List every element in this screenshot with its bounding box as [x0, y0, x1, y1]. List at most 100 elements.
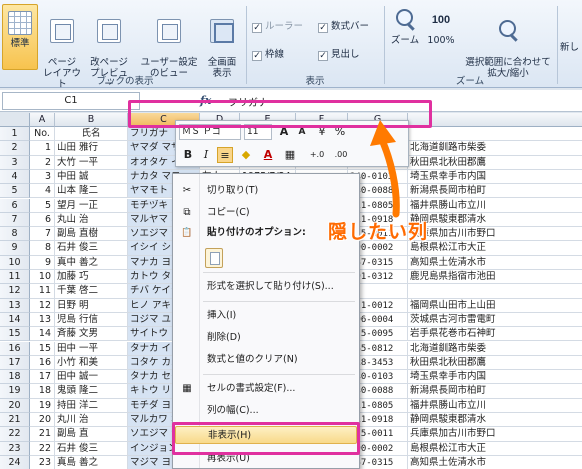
table-cell[interactable]: 新潟県長岡市柏町 — [408, 384, 582, 399]
name-box[interactable]: C1 — [2, 92, 140, 110]
column-header[interactable]: A — [30, 113, 55, 127]
table-cell[interactable]: 島根県松江市大正 — [408, 442, 582, 456]
table-cell[interactable]: 副島 直樹 — [55, 227, 128, 242]
table-cell[interactable]: 4 — [30, 184, 55, 199]
bold-button[interactable]: B — [180, 147, 196, 163]
table-cell[interactable]: 児島 行信 — [55, 312, 128, 328]
new-window-button[interactable]: 新し — [560, 42, 582, 53]
table-cell[interactable]: 加藤 巧 — [55, 270, 128, 285]
table-cell[interactable] — [408, 284, 582, 299]
row-header[interactable]: 5 — [0, 184, 30, 199]
table-cell[interactable]: 埼玉県幸手市内国 — [408, 370, 582, 385]
table-cell[interactable]: 11 — [30, 284, 55, 299]
row-header[interactable]: 11 — [0, 270, 30, 285]
menu-clear-contents[interactable]: 数式と値のクリア(N) — [175, 351, 357, 369]
table-cell[interactable]: 北海道釧路市柴委 — [408, 141, 582, 156]
menu-insert[interactable]: 挿入(I) — [175, 307, 357, 325]
column-header[interactable]: B — [55, 113, 128, 127]
table-cell[interactable]: 千葉 啓二 — [55, 284, 128, 299]
table-cell[interactable]: 22 — [30, 441, 55, 456]
row-header[interactable]: 9 — [0, 241, 30, 256]
table-cell[interactable]: 14 — [30, 327, 55, 342]
page-layout-button[interactable]: ページ レイアウト — [42, 8, 82, 101]
zoom-100-button[interactable]: 100 100% — [424, 8, 458, 46]
table-cell[interactable]: 田中 誠一 — [55, 370, 128, 385]
table-cell[interactable]: 19 — [30, 398, 55, 413]
table-cell[interactable]: 13 — [30, 312, 55, 328]
table-cell[interactable]: 鬼頭 隆二 — [55, 384, 128, 399]
row-header[interactable]: 20 — [0, 398, 30, 413]
table-cell[interactable]: 福井県勝山市立川 — [408, 399, 582, 413]
table-cell[interactable]: No. — [30, 127, 55, 142]
table-cell[interactable]: 21 — [30, 427, 55, 442]
table-cell[interactable]: 17 — [30, 370, 55, 385]
table-cell[interactable]: 8 — [30, 241, 55, 256]
table-cell[interactable]: 1 — [30, 141, 55, 156]
menu-delete[interactable]: 削除(D) — [175, 329, 357, 347]
increase-decimal-button[interactable]: +.0 — [306, 147, 328, 163]
table-cell[interactable]: 高知県土佐清水市 — [408, 256, 582, 270]
table-cell[interactable]: 福岡県山田市上山田 — [408, 299, 582, 313]
menu-cut[interactable]: ✂ 切り取り(T) — [175, 182, 357, 200]
table-cell[interactable]: 大竹 一平 — [55, 155, 128, 170]
table-cell[interactable]: 20 — [30, 413, 55, 428]
row-header[interactable]: 8 — [0, 227, 30, 242]
table-cell[interactable] — [408, 127, 582, 142]
decrease-decimal-button[interactable]: .00 — [330, 147, 352, 163]
table-cell[interactable]: 鹿児島県指宿市池田 — [408, 270, 582, 285]
fill-color-button[interactable]: ◆ — [238, 147, 254, 163]
row-header[interactable]: 10 — [0, 255, 30, 270]
row-header[interactable]: 14 — [0, 312, 30, 328]
table-cell[interactable]: 中田 誠 — [55, 169, 128, 185]
table-cell[interactable]: 新潟県長岡市柏町 — [408, 184, 582, 199]
table-cell[interactable]: 静岡県駿東郡清水 — [408, 413, 582, 428]
table-cell[interactable]: 小竹 和美 — [55, 355, 128, 371]
table-cell[interactable]: 望月 一正 — [55, 198, 128, 213]
row-header[interactable]: 3 — [0, 155, 30, 170]
gridlines-checkbox[interactable]: ✓ 枠線 — [252, 46, 284, 61]
select-all-corner[interactable] — [0, 113, 30, 127]
row-header[interactable]: 23 — [0, 441, 30, 456]
table-cell[interactable]: 石井 俊三 — [55, 241, 128, 256]
table-cell[interactable]: 副島 直 — [55, 427, 128, 442]
table-cell[interactable]: 10 — [30, 270, 55, 285]
table-cell[interactable]: 2 — [30, 155, 55, 170]
table-cell[interactable]: 山田 雅行 — [55, 141, 128, 156]
row-header[interactable]: 6 — [0, 198, 30, 213]
row-header[interactable]: 1 — [0, 127, 30, 142]
table-cell[interactable]: 山本 隆二 — [55, 184, 128, 199]
table-cell[interactable]: 真島 善之 — [55, 455, 128, 469]
menu-format-cells[interactable]: ▦ セルの書式設定(F)... — [175, 380, 357, 398]
table-cell[interactable]: 9 — [30, 255, 55, 270]
headings-checkbox[interactable]: ✓ 見出し — [318, 46, 360, 61]
table-cell[interactable]: 真中 善之 — [55, 255, 128, 270]
table-cell[interactable]: 北海道釧路市柴委 — [408, 342, 582, 356]
table-cell[interactable]: 丸川 治 — [55, 413, 128, 428]
column-header[interactable] — [408, 113, 582, 127]
table-cell[interactable]: 秋田県北秋田郡鷹 — [408, 156, 582, 170]
row-header[interactable]: 7 — [0, 212, 30, 228]
zoom-button[interactable]: ズーム — [388, 8, 422, 46]
row-header[interactable]: 13 — [0, 298, 30, 313]
menu-column-width[interactable]: 列の幅(C)... — [175, 402, 357, 420]
table-cell[interactable]: 3 — [30, 169, 55, 185]
table-cell[interactable]: 兵庫県加古川市野口 — [408, 427, 582, 442]
table-cell[interactable]: 丸山 治 — [55, 212, 128, 228]
table-cell[interactable]: 斉藤 文男 — [55, 327, 128, 342]
table-cell[interactable]: 18 — [30, 384, 55, 399]
table-cell[interactable]: 石井 俊三 — [55, 441, 128, 456]
table-cell[interactable]: 12 — [30, 298, 55, 313]
table-cell[interactable]: 高知県土佐清水市 — [408, 456, 582, 469]
paste-option-icon[interactable] — [205, 248, 223, 268]
table-cell[interactable]: 6 — [30, 212, 55, 228]
table-cell[interactable]: 23 — [30, 455, 55, 469]
table-cell[interactable]: 16 — [30, 355, 55, 371]
table-cell[interactable]: 秋田県北秋田郡鷹 — [408, 356, 582, 371]
row-header[interactable]: 21 — [0, 413, 30, 428]
menu-paste-special[interactable]: 形式を選択して貼り付け(S)... — [175, 278, 357, 296]
row-header[interactable]: 16 — [0, 341, 30, 356]
table-cell[interactable]: 5 — [30, 198, 55, 213]
row-header[interactable]: 22 — [0, 427, 30, 442]
formula-bar-checkbox[interactable]: ✓ 数式バー — [318, 18, 369, 33]
table-cell[interactable]: 7 — [30, 227, 55, 242]
